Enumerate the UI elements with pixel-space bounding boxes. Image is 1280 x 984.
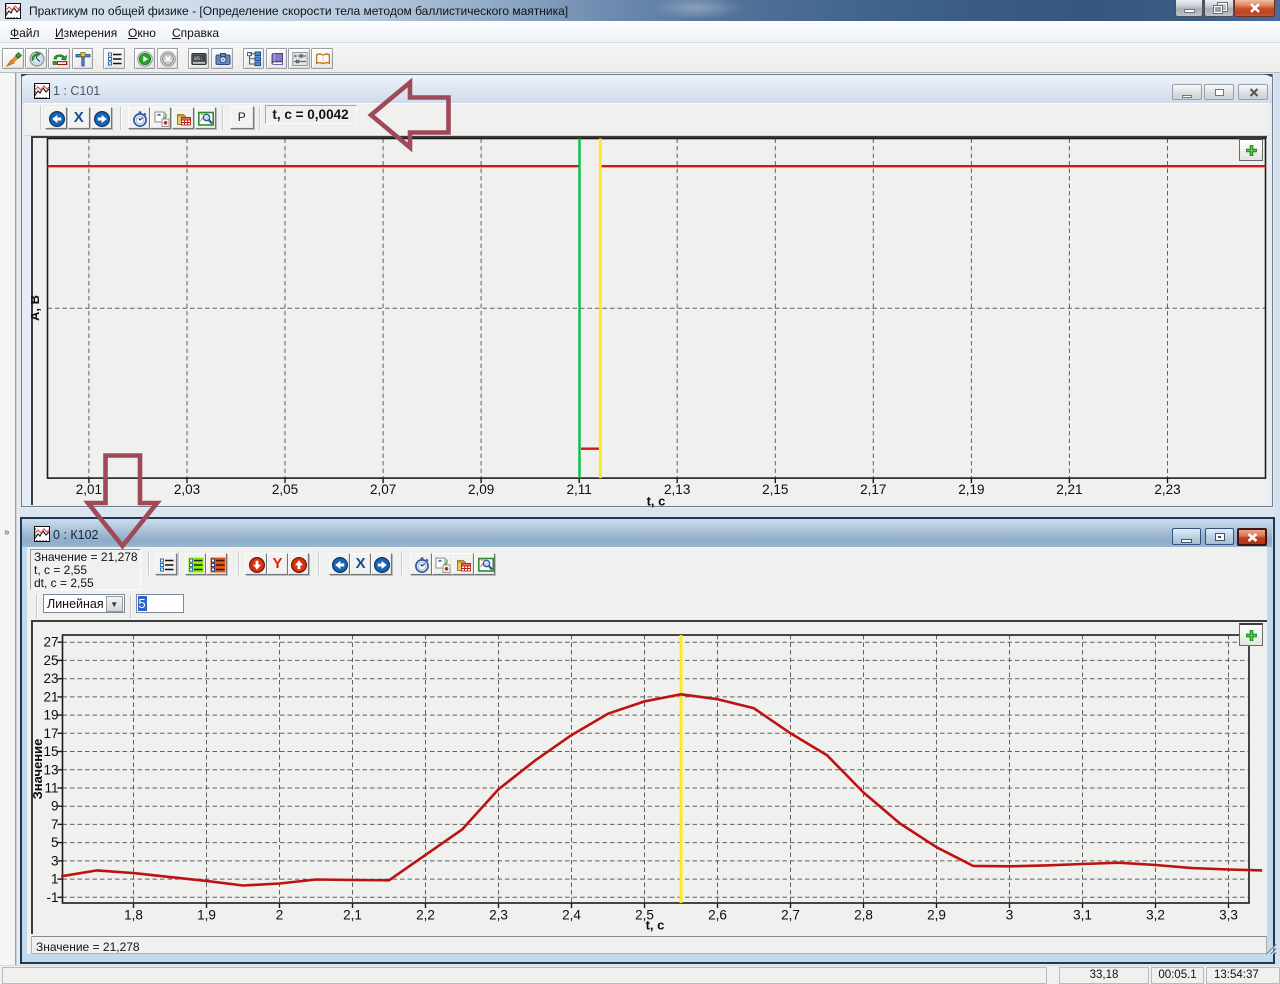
svg-text:2,6: 2,6: [708, 908, 727, 923]
svg-text:1: 1: [51, 872, 59, 887]
svg-text:2,15: 2,15: [762, 482, 788, 497]
svg-text:7: 7: [51, 817, 59, 832]
svg-text:19: 19: [43, 708, 58, 723]
svg-text:2,01: 2,01: [76, 482, 102, 497]
svg-text:2,2: 2,2: [416, 908, 435, 923]
svg-text:2: 2: [276, 908, 284, 923]
svg-text:1,9: 1,9: [197, 908, 216, 923]
svg-text:2,11: 2,11: [567, 482, 592, 497]
svg-text:2,17: 2,17: [860, 482, 886, 497]
svg-text:11: 11: [44, 781, 58, 796]
svg-text:2,7: 2,7: [781, 908, 800, 923]
svg-text:23: 23: [43, 671, 58, 686]
svg-text:2,3: 2,3: [489, 908, 508, 923]
svg-text:2,13: 2,13: [664, 482, 690, 497]
svg-text:2,05: 2,05: [272, 482, 298, 497]
svg-text:27: 27: [43, 635, 58, 650]
svg-text:А, В: А, В: [31, 295, 42, 321]
svg-text:2,03: 2,03: [174, 482, 200, 497]
svg-text:1,8: 1,8: [124, 908, 143, 923]
svg-text:Значение: Значение: [31, 739, 45, 800]
svg-text:t, c: t, c: [647, 494, 666, 509]
svg-text:9: 9: [51, 799, 59, 814]
svg-text:25: 25: [43, 653, 58, 668]
svg-text:3,3: 3,3: [1219, 908, 1238, 923]
svg-text:2,09: 2,09: [468, 482, 494, 497]
svg-text:3: 3: [1006, 908, 1014, 923]
svg-text:21: 21: [43, 689, 58, 704]
svg-text:17: 17: [43, 726, 58, 741]
svg-text:2,4: 2,4: [562, 908, 581, 923]
svg-text:2,07: 2,07: [370, 482, 396, 497]
svg-text:2,21: 2,21: [1056, 482, 1082, 497]
svg-text:-1: -1: [46, 890, 58, 905]
svg-text:2,23: 2,23: [1154, 482, 1180, 497]
svg-text:t, c: t, c: [646, 918, 665, 933]
svg-text:3,2: 3,2: [1146, 908, 1165, 923]
svg-text:15: 15: [43, 744, 58, 759]
svg-text:13: 13: [43, 762, 58, 777]
svg-text:2,8: 2,8: [854, 908, 873, 923]
svg-text:3: 3: [51, 853, 59, 868]
svg-text:3,1: 3,1: [1073, 908, 1092, 923]
svg-text:5: 5: [51, 835, 59, 850]
svg-text:2,1: 2,1: [343, 908, 362, 923]
svg-text:2,9: 2,9: [927, 908, 946, 923]
svg-text:2,19: 2,19: [958, 482, 984, 497]
